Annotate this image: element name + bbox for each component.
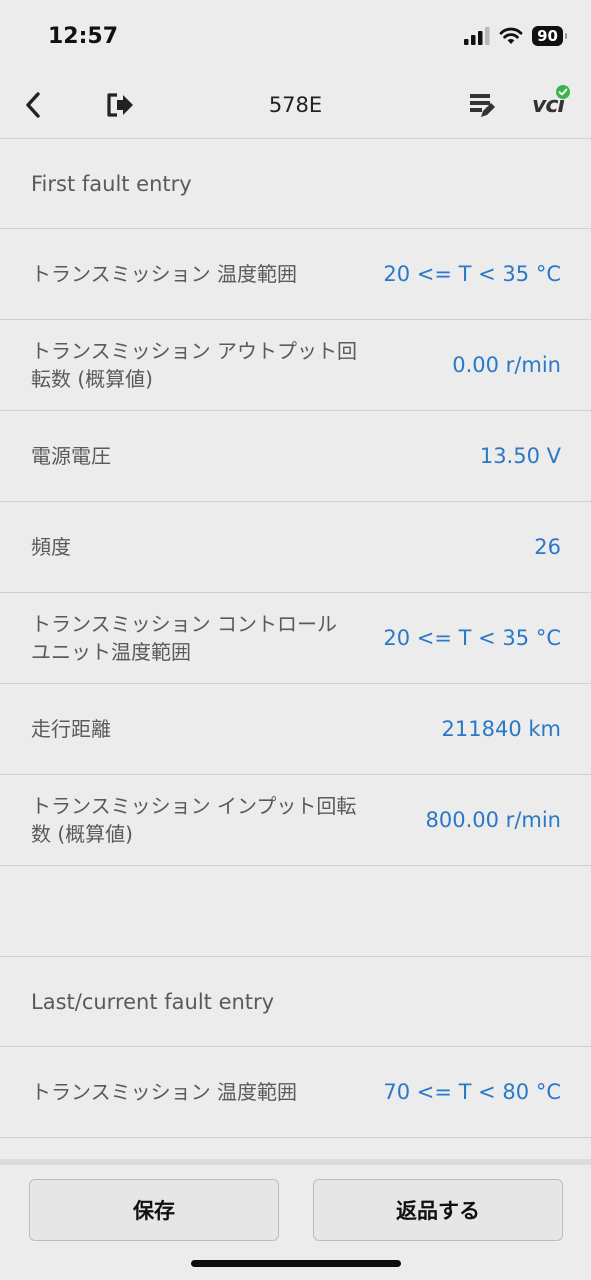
save-button[interactable]: 保存: [29, 1179, 279, 1241]
row-label: 電源電圧: [31, 444, 111, 468]
row-label: 走行距離: [31, 717, 111, 741]
report-edit-icon: [470, 94, 495, 117]
chevron-left-icon: [26, 92, 40, 118]
row-value: 0.00 r/min: [452, 353, 561, 377]
check-badge-icon: [555, 84, 570, 99]
signal-icon: [464, 27, 490, 45]
list-item: トランスミッション コントロール ユニット温度範囲 20 <= T < 35 °…: [0, 593, 591, 684]
list-item: トランスミッション インプット回転数 (概算値) 800.00 r/min: [0, 775, 591, 866]
nav-bar: 578E vci: [0, 72, 591, 139]
status-icons: 90: [464, 26, 567, 46]
report-button[interactable]: [464, 72, 498, 138]
row-label: トランスミッション コントロール ユニット温度範囲: [31, 612, 337, 664]
fault-entry-list[interactable]: First fault entry トランスミッション 温度範囲 20 <= T…: [0, 139, 591, 1159]
row-value: 20 <= T < 35 °C: [383, 262, 561, 286]
status-time: 12:57: [48, 24, 119, 49]
exit-button[interactable]: [101, 72, 139, 138]
list-item: 走行距離 211840 km: [0, 684, 591, 775]
list-item: 電源電圧 13.50 V: [0, 411, 591, 502]
list-item: 頻度 26: [0, 502, 591, 593]
row-value: 70 <= T < 80 °C: [383, 1080, 561, 1104]
section-header-first: First fault entry: [0, 139, 591, 229]
wifi-icon: [499, 27, 523, 44]
list-item: トランスミッション 温度範囲 20 <= T < 35 °C: [0, 229, 591, 320]
row-value: 26: [534, 535, 561, 559]
exit-icon: [107, 93, 133, 117]
section-header-last: Last/current fault entry: [0, 957, 591, 1047]
row-label: トランスミッション 温度範囲: [31, 1080, 297, 1104]
row-label: 頻度: [31, 535, 71, 559]
back-button[interactable]: [16, 72, 50, 138]
battery-icon: 90: [532, 26, 567, 46]
vci-logo: vci: [532, 84, 570, 118]
row-value: 13.50 V: [479, 444, 561, 468]
row-label: トランスミッション インプット回転数 (概算値): [31, 794, 357, 846]
row-label: トランスミッション 温度範囲: [31, 262, 297, 286]
list-item: トランスミッション アウトプット回転数 (概算値) 0.00 r/min: [0, 320, 591, 411]
return-button[interactable]: 返品する: [313, 1179, 563, 1241]
row-label: トランスミッション アウトプット回転数 (概算値): [31, 339, 357, 391]
page-title: 578E: [268, 93, 323, 117]
status-bar: 12:57 90: [0, 0, 591, 72]
list-item: トランスミッション 温度範囲 70 <= T < 80 °C: [0, 1047, 591, 1138]
row-value: 211840 km: [441, 717, 561, 741]
row-value: 800.00 r/min: [425, 808, 561, 832]
vci-status-button[interactable]: vci: [524, 72, 572, 138]
row-value: 20 <= T < 35 °C: [383, 626, 561, 650]
section-spacer: [0, 866, 591, 957]
home-indicator[interactable]: [191, 1260, 401, 1267]
